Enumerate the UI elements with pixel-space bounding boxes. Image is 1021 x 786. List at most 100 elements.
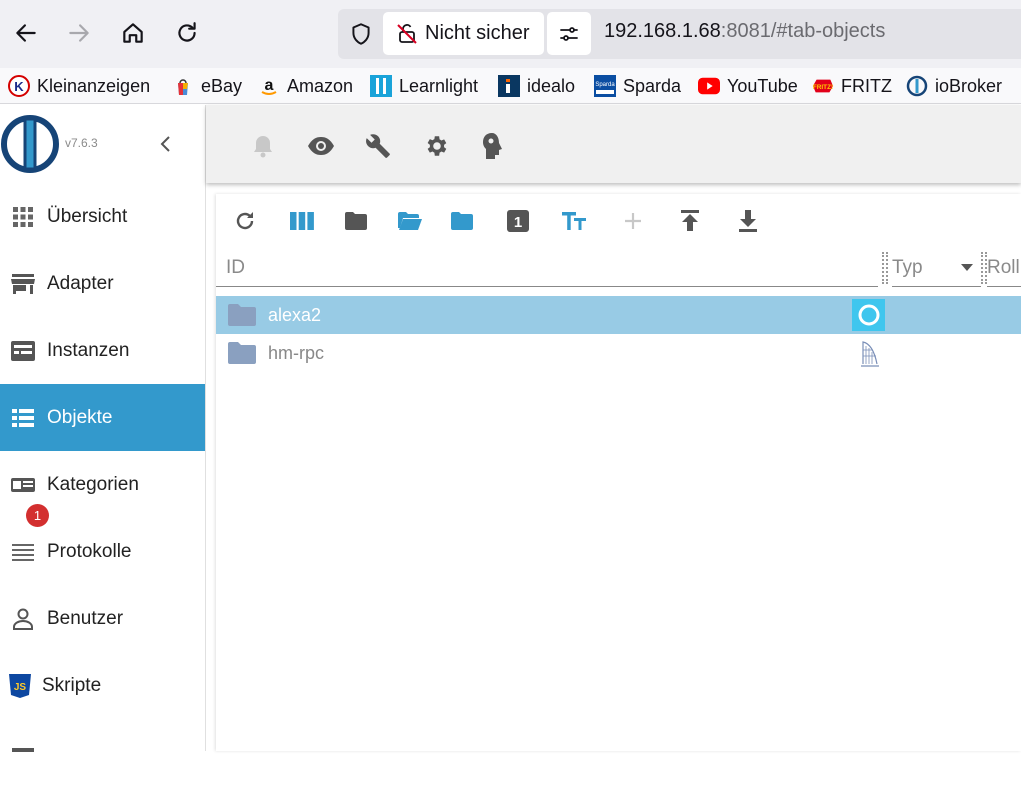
expand-all-button[interactable] xyxy=(396,207,424,235)
bookmark-youtube[interactable]: YouTube xyxy=(698,74,798,98)
sidebar-item-uebersicht[interactable]: Übersicht xyxy=(0,183,205,250)
amazon-icon: a xyxy=(258,75,280,97)
url-path: :8081/#tab-objects xyxy=(720,20,886,42)
role-column-label: Roll xyxy=(987,256,1020,278)
text-size-icon xyxy=(562,212,586,230)
arrow-left-icon xyxy=(16,24,36,42)
sidebar-item-next[interactable] xyxy=(0,719,205,786)
gear-icon xyxy=(427,136,447,156)
folder-filled-icon xyxy=(451,212,473,230)
svg-text:a: a xyxy=(265,77,274,94)
bookmark-kleinanzeigen[interactable]: K Kleinanzeigen xyxy=(8,74,150,98)
sidebar-item-protokolle[interactable]: 1 Protokolle xyxy=(0,504,205,585)
bookmark-amazon[interactable]: a Amazon xyxy=(258,74,353,98)
text-format-button[interactable] xyxy=(561,207,589,235)
sidebar-item-label: Benutzer xyxy=(47,607,124,629)
log-icon xyxy=(11,540,35,564)
bookmark-label: ioBroker xyxy=(935,75,1003,96)
columns-button[interactable] xyxy=(288,207,316,235)
sidebar-item-instanzen[interactable]: Instanzen xyxy=(0,317,205,384)
bookmark-label: Kleinanzeigen xyxy=(37,75,151,96)
id-filter-input[interactable]: ID xyxy=(216,249,878,287)
home-button[interactable] xyxy=(116,16,150,50)
bookmark-learnlight[interactable]: Learnlight xyxy=(370,74,478,98)
column-resizer[interactable] xyxy=(882,252,888,284)
columns-icon xyxy=(290,212,314,230)
store-icon xyxy=(11,272,35,296)
bookmark-ebay[interactable]: eBay xyxy=(172,74,242,98)
svg-text:1: 1 xyxy=(514,214,522,231)
user-icon xyxy=(11,607,35,631)
download-button[interactable] xyxy=(734,207,762,235)
reload-icon xyxy=(178,22,196,42)
bookmark-iobroker[interactable]: ioBroker xyxy=(906,74,1002,98)
browser-toolbar: Nicht sicher 192.168.1.68:8081/#tab-obje… xyxy=(0,0,1021,68)
type-filter-select[interactable]: Typ xyxy=(892,249,981,287)
sidebar-item-label: Protokolle xyxy=(47,540,132,562)
system-settings-button[interactable] xyxy=(421,131,451,161)
sidebar-item-benutzer[interactable]: Benutzer xyxy=(0,585,205,652)
instances-icon xyxy=(11,339,35,363)
bookmark-idealo[interactable]: idealo xyxy=(498,74,575,98)
sidebar-item-objekte[interactable]: Objekte xyxy=(0,384,205,451)
list-icon xyxy=(11,406,35,430)
show-button[interactable] xyxy=(306,131,336,161)
add-object-button[interactable] xyxy=(619,207,647,235)
learnlight-icon xyxy=(370,75,392,97)
folder-icon xyxy=(228,342,256,364)
expand-one-step-button[interactable] xyxy=(448,207,476,235)
forward-button[interactable] xyxy=(62,16,96,50)
ebay-icon xyxy=(172,75,194,97)
number-one-icon: 1 xyxy=(507,210,529,232)
collapse-sidebar-button[interactable] xyxy=(154,130,178,158)
chevron-left-icon xyxy=(160,136,170,152)
settings-wrench-button[interactable] xyxy=(363,131,393,161)
role-filter-select[interactable]: Roll xyxy=(987,249,1021,287)
sparda-icon: Sparda xyxy=(594,75,616,97)
wrench-icon xyxy=(366,134,390,158)
sidebar: v7.6.3 Übersicht Adapter Instanzen Objek… xyxy=(0,105,206,752)
broken-lock-icon xyxy=(397,23,417,44)
sidebar-item-label: Adapter xyxy=(47,272,114,294)
folder-open-icon xyxy=(398,212,422,230)
notification-badge: 1 xyxy=(26,504,49,527)
youtube-icon xyxy=(698,75,720,97)
upload-button[interactable] xyxy=(676,207,704,235)
eye-icon xyxy=(308,137,334,155)
sidebar-item-skripte[interactable]: JS Skripte xyxy=(0,652,205,719)
notifications-button[interactable] xyxy=(248,131,278,161)
folder-icon xyxy=(228,304,256,326)
folder-icon xyxy=(345,212,367,230)
fritz-icon: FRITZ! xyxy=(812,75,834,97)
object-row-hm-rpc[interactable]: hm-rpc xyxy=(216,334,1021,372)
download-icon xyxy=(739,210,757,232)
bookmark-label: Sparda xyxy=(623,75,682,96)
refresh-button[interactable] xyxy=(231,207,259,235)
version-label: v7.6.3 xyxy=(65,136,98,150)
sidebar-item-label: Kategorien xyxy=(47,473,139,495)
bookmark-label: FRITZ xyxy=(841,75,892,96)
url-text[interactable]: 192.168.1.68:8081/#tab-objects xyxy=(604,20,885,43)
plus-icon xyxy=(625,213,641,229)
permissions-button[interactable] xyxy=(547,12,591,55)
categories-icon xyxy=(11,473,35,497)
svg-text:JS: JS xyxy=(14,682,27,693)
iobroker-icon xyxy=(906,75,928,97)
sidebar-item-label: Übersicht xyxy=(47,205,128,227)
back-button[interactable] xyxy=(9,16,43,50)
bookmark-fritz[interactable]: FRITZ! FRITZ xyxy=(812,74,892,98)
level-one-button[interactable]: 1 xyxy=(504,207,532,235)
sidebar-item-adapter[interactable]: Adapter xyxy=(0,250,205,317)
bookmark-sparda[interactable]: Sparda Sparda xyxy=(594,74,681,98)
expert-mode-button[interactable] xyxy=(478,131,508,161)
alexa-icon xyxy=(852,299,885,331)
shield-icon[interactable] xyxy=(348,21,374,47)
head-icon xyxy=(483,133,502,159)
bookmark-label: idealo xyxy=(527,75,576,96)
object-row-alexa2[interactable]: alexa2 xyxy=(216,296,1021,334)
collapse-all-button[interactable] xyxy=(342,207,370,235)
objects-panel: 1 ID Typ Roll alexa2 hm-rpc xyxy=(216,194,1021,751)
insecure-connection-indicator[interactable]: Nicht sicher xyxy=(383,12,544,55)
bell-icon xyxy=(254,136,272,158)
reload-button[interactable] xyxy=(170,16,204,50)
